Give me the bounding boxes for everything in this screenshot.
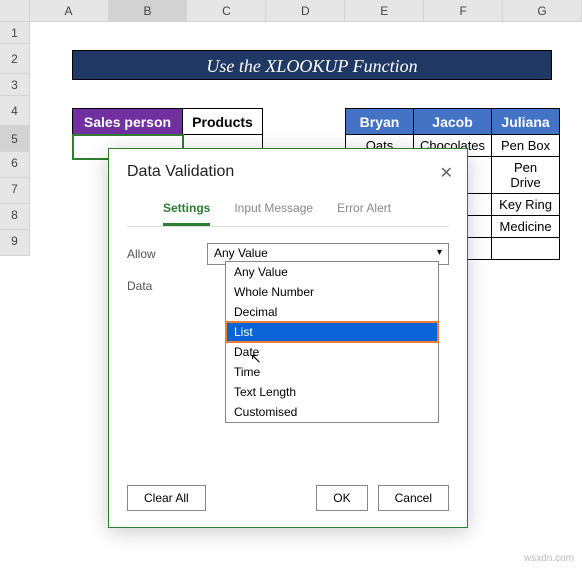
col-header-E[interactable]: E: [345, 0, 424, 21]
col-header-D[interactable]: D: [266, 0, 345, 21]
close-icon[interactable]: ✕: [440, 163, 453, 183]
clear-all-button[interactable]: Clear All: [127, 485, 206, 511]
dialog-tabs: Settings Input Message Error Alert: [127, 187, 449, 227]
watermark: wsxdn.com: [524, 553, 574, 564]
allow-label: Allow: [127, 247, 207, 261]
header-juliana: Juliana: [492, 109, 560, 135]
dialog-title: Data Validation: [109, 149, 467, 187]
data-validation-dialog: Data Validation ✕ Settings Input Message…: [108, 148, 468, 528]
data-label: Data: [127, 279, 207, 293]
option-any-value[interactable]: Any Value: [226, 262, 438, 282]
ok-button[interactable]: OK: [316, 485, 367, 511]
page-title: Use the XLOOKUP Function: [72, 50, 552, 80]
option-whole-number[interactable]: Whole Number: [226, 282, 438, 302]
chevron-down-icon: ▾: [437, 247, 442, 258]
header-products: Products: [183, 109, 263, 135]
row-header-3[interactable]: 3: [0, 74, 30, 96]
option-decimal[interactable]: Decimal: [226, 302, 438, 322]
option-list[interactable]: List: [226, 322, 438, 342]
tab-input-message[interactable]: Input Message: [234, 201, 313, 226]
column-headers: A B C D E F G: [0, 0, 582, 22]
allow-value: Any Value: [214, 246, 268, 260]
cancel-button[interactable]: Cancel: [378, 485, 449, 511]
option-date[interactable]: Date: [226, 342, 438, 362]
row-header-8[interactable]: 8: [0, 204, 30, 230]
row-header-6[interactable]: 6: [0, 152, 30, 178]
select-all-corner[interactable]: [0, 0, 30, 21]
table-cell[interactable]: Medicine: [492, 216, 560, 238]
option-text-length[interactable]: Text Length: [226, 382, 438, 402]
row-header-5[interactable]: 5: [0, 126, 30, 152]
header-bryan: Bryan: [346, 109, 414, 135]
table-cell[interactable]: Pen Drive: [492, 157, 560, 194]
col-header-G[interactable]: G: [503, 0, 582, 21]
option-time[interactable]: Time: [226, 362, 438, 382]
row-header-9[interactable]: 9: [0, 230, 30, 256]
tab-settings[interactable]: Settings: [163, 201, 210, 226]
col-header-C[interactable]: C: [187, 0, 266, 21]
row-header-1[interactable]: 1: [0, 22, 30, 44]
allow-dropdown: Any Value Whole Number Decimal List Date…: [225, 261, 439, 423]
table-cell[interactable]: [492, 238, 560, 260]
table-cell[interactable]: Pen Box: [492, 135, 560, 157]
option-customised[interactable]: Customised: [226, 402, 438, 422]
tab-error-alert[interactable]: Error Alert: [337, 201, 391, 226]
row-header-4[interactable]: 4: [0, 96, 30, 126]
table-cell[interactable]: Key Ring: [492, 194, 560, 216]
row-header-2[interactable]: 2: [0, 44, 30, 74]
col-header-A[interactable]: A: [30, 0, 109, 21]
row-header-7[interactable]: 7: [0, 178, 30, 204]
header-sales-person: Sales person: [73, 109, 183, 135]
col-header-F[interactable]: F: [424, 0, 503, 21]
col-header-B[interactable]: B: [109, 0, 188, 21]
header-jacob: Jacob: [414, 109, 492, 135]
